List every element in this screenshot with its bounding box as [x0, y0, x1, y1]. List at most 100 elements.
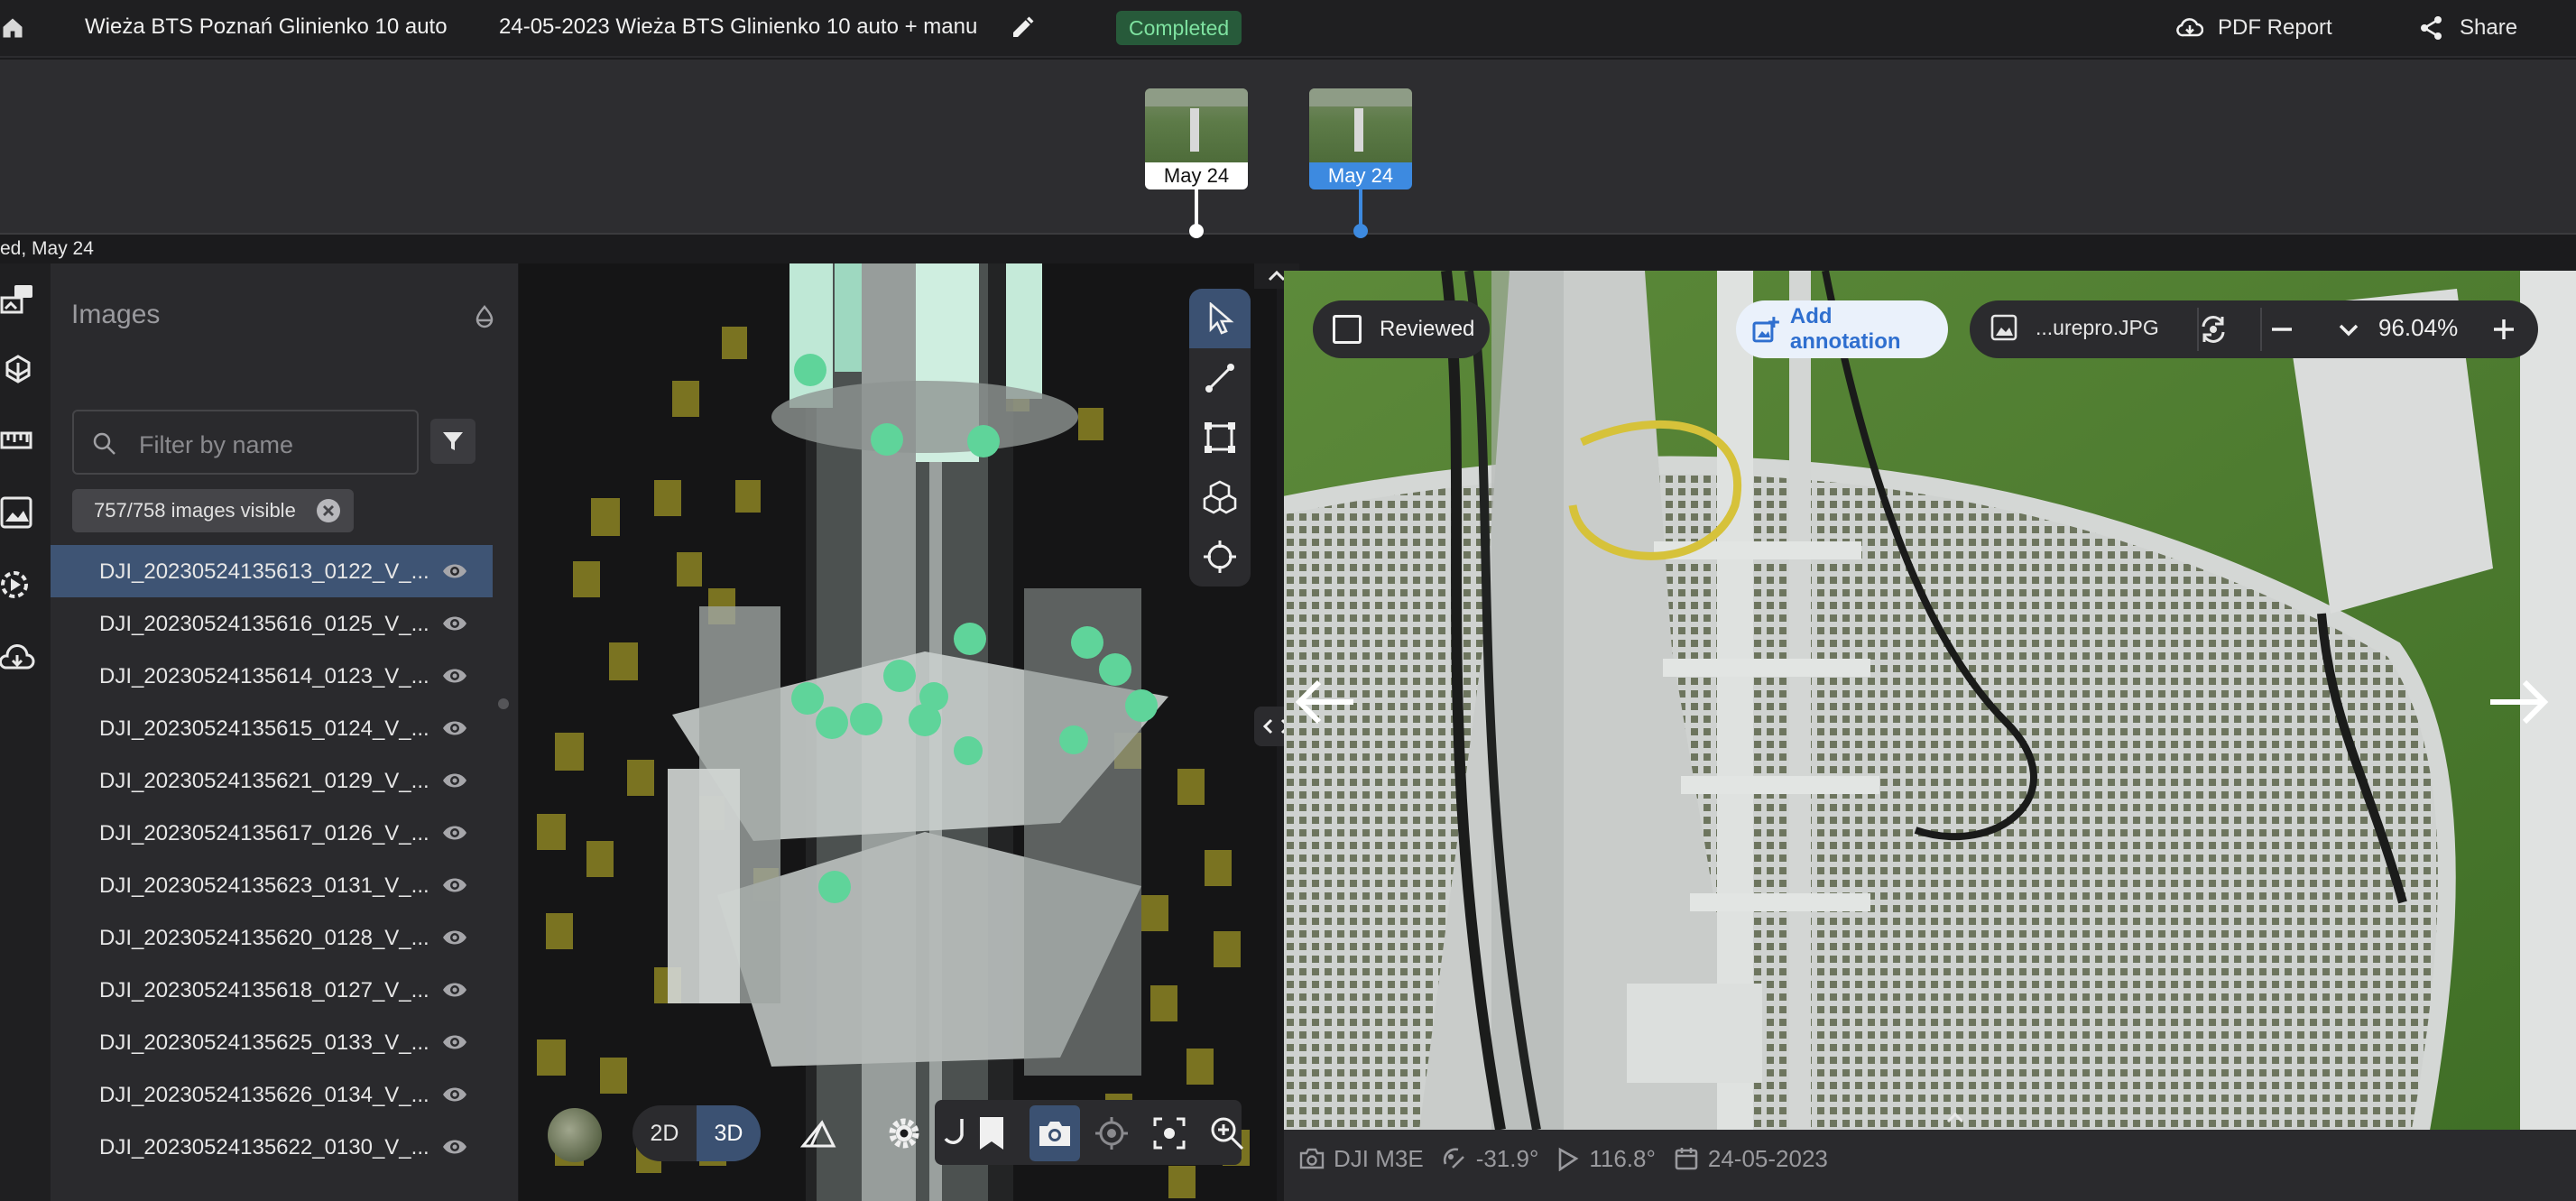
capture-date: 24-05-2023 — [1707, 1144, 1828, 1172]
share-icon — [2421, 16, 2442, 40]
visibility-eye-icon[interactable] — [441, 716, 468, 741]
image-file-name: DJI_20230524135625_0133_V_... — [99, 1030, 429, 1055]
image-list-item[interactable]: DJI_20230524135616_0125_V_... — [51, 597, 493, 650]
image-list-item[interactable]: DJI_20230524135626_0134_V_... — [51, 1068, 493, 1121]
mode-3d-button[interactable]: 3D — [697, 1105, 761, 1161]
area-measure-button[interactable] — [1189, 408, 1251, 467]
locate-button[interactable] — [1091, 1113, 1132, 1154]
chevron-up-icon — [1946, 1112, 1964, 1123]
image-list-item[interactable]: DJI_20230524135620_0128_V_... — [51, 911, 493, 964]
mode-2d-button[interactable]: 2D — [632, 1105, 697, 1161]
camera-button[interactable] — [1029, 1105, 1080, 1161]
visibility-eye-icon[interactable] — [441, 873, 468, 898]
settings-button[interactable] — [883, 1113, 925, 1154]
image-list-item[interactable]: DJI_20230524135617_0126_V_... — [51, 807, 493, 859]
fit-view-button[interactable] — [1149, 1113, 1190, 1154]
visibility-eye-icon[interactable] — [441, 768, 468, 793]
visibility-eye-icon[interactable] — [441, 1030, 468, 1055]
image-list-item[interactable]: DJI_20230524135621_0129_V_... — [51, 754, 493, 807]
timeline-item-2[interactable]: May 24 — [1309, 88, 1412, 189]
image-list-item[interactable]: DJI_20230524135614_0123_V_... — [51, 650, 493, 702]
hook-icon — [944, 1119, 964, 1144]
date-caption: ed, May 24 — [0, 238, 94, 259]
image-file-name: DJI_20230524135623_0131_V_... — [99, 873, 429, 898]
search-input[interactable]: Filter by name — [72, 410, 419, 475]
target-icon — [1204, 540, 1236, 573]
scrollbar-handle[interactable] — [498, 698, 509, 709]
visibility-eye-icon[interactable] — [441, 820, 468, 845]
panel-title: Images — [71, 300, 161, 329]
heading-info: 116.8° — [1556, 1145, 1656, 1173]
visibility-eye-icon[interactable] — [441, 611, 468, 636]
visibility-eye-icon[interactable] — [441, 925, 468, 950]
pdf-report-button[interactable]: PDF Report — [2176, 11, 2332, 45]
drone-photo[interactable] — [1284, 271, 2576, 1130]
image-list-item[interactable]: DJI_20230524135622_0130_V_... — [51, 1121, 493, 1173]
visibility-eye-icon[interactable] — [441, 977, 468, 1002]
perspective-button[interactable] — [798, 1113, 839, 1154]
timeline-stem — [1195, 189, 1198, 227]
locate-point-button[interactable] — [1189, 527, 1251, 587]
previous-image-arrow[interactable] — [1290, 666, 1362, 738]
image-list-item[interactable]: DJI_20230524135625_0133_V_... — [51, 1016, 493, 1068]
sync-view-button[interactable] — [2197, 313, 2230, 346]
select-tool-button[interactable] — [1189, 289, 1251, 348]
add-annotation-button[interactable]: Add annotation — [1736, 300, 1948, 358]
image-file-name: DJI_20230524135616_0125_V_... — [99, 612, 429, 636]
share-button[interactable]: Share — [2420, 11, 2517, 45]
expand-metadata-button[interactable] — [1937, 1104, 1973, 1132]
view-mode-toggle[interactable]: 2D 3D — [632, 1105, 761, 1161]
zoom-out-button[interactable] — [2266, 313, 2298, 346]
images-panel: Images Filter by name 757/758 images vis… — [51, 263, 518, 1201]
ruler-icon[interactable] — [0, 422, 36, 458]
images-icon[interactable] — [0, 494, 36, 531]
video-icon[interactable] — [0, 567, 36, 603]
timeline-thumbnail — [1145, 88, 1248, 162]
bookmark-button[interactable] — [971, 1113, 1012, 1154]
timeline-date-label: May 24 — [1145, 162, 1248, 189]
image-list-item[interactable]: DJI_20230524135613_0122_V_... — [51, 545, 493, 597]
home-icon[interactable] — [0, 15, 25, 41]
perspective-icon — [800, 1120, 836, 1148]
zoom-in-button[interactable] — [2488, 313, 2520, 346]
zoom-level: 96.04% — [2378, 314, 2459, 341]
annotation-icon[interactable] — [0, 282, 36, 318]
clear-filter-icon[interactable] — [316, 498, 341, 523]
collapse-icon[interactable] — [471, 303, 498, 330]
gimbal-pitch: -31.9° — [1475, 1144, 1539, 1172]
visibility-eye-icon[interactable] — [441, 663, 468, 688]
zoom-in-button[interactable] — [1206, 1113, 1248, 1154]
layers-icon[interactable] — [0, 354, 36, 390]
minus-icon — [2272, 328, 2292, 331]
cloud-download-icon[interactable] — [0, 641, 36, 677]
area-measure-icon — [1205, 422, 1235, 453]
image-file-name: DJI_20230524135621_0129_V_... — [99, 769, 429, 793]
line-measure-button[interactable] — [1189, 348, 1251, 408]
visibility-eye-icon[interactable] — [441, 1134, 468, 1159]
basemap-thumbnail[interactable] — [548, 1108, 602, 1162]
timeline-date-label: May 24 — [1309, 162, 1412, 189]
timeline-marker-active[interactable] — [1353, 224, 1368, 238]
zoom-dropdown-button[interactable] — [2332, 313, 2365, 346]
3d-viewer-canvas[interactable] — [519, 263, 1277, 1201]
image-file-name: DJI_20230524135617_0126_V_... — [99, 821, 429, 845]
timeline-item-1[interactable]: May 24 — [1145, 88, 1248, 189]
timeline-marker[interactable] — [1189, 224, 1204, 238]
image-file-selector[interactable]: ...urepro.JPG — [1990, 314, 2159, 341]
cloud-download-icon — [2176, 18, 2203, 37]
image-list-item[interactable]: DJI_20230524135618_0127_V_... — [51, 964, 493, 1016]
visibility-eye-icon[interactable] — [441, 559, 468, 584]
focus-icon — [1153, 1117, 1186, 1150]
flight-timeline: May 24 May 24 — [0, 60, 2576, 238]
image-list: DJI_20230524135613_0122_V_... DJI_2023052… — [51, 545, 493, 1173]
image-list-item[interactable]: DJI_20230524135623_0131_V_... — [51, 859, 493, 911]
visibility-eye-icon[interactable] — [441, 1082, 468, 1107]
edit-icon[interactable] — [1009, 14, 1036, 42]
image-file-name: DJI_20230524135622_0130_V_... — [99, 1135, 429, 1159]
reviewed-checkbox[interactable]: Reviewed — [1313, 300, 1490, 358]
gimbal-info: -31.9° — [1442, 1144, 1539, 1173]
next-image-arrow[interactable] — [2481, 666, 2553, 738]
volume-measure-button[interactable] — [1189, 467, 1251, 527]
filter-button[interactable] — [430, 419, 475, 464]
image-list-item[interactable]: DJI_20230524135615_0124_V_... — [51, 702, 493, 754]
